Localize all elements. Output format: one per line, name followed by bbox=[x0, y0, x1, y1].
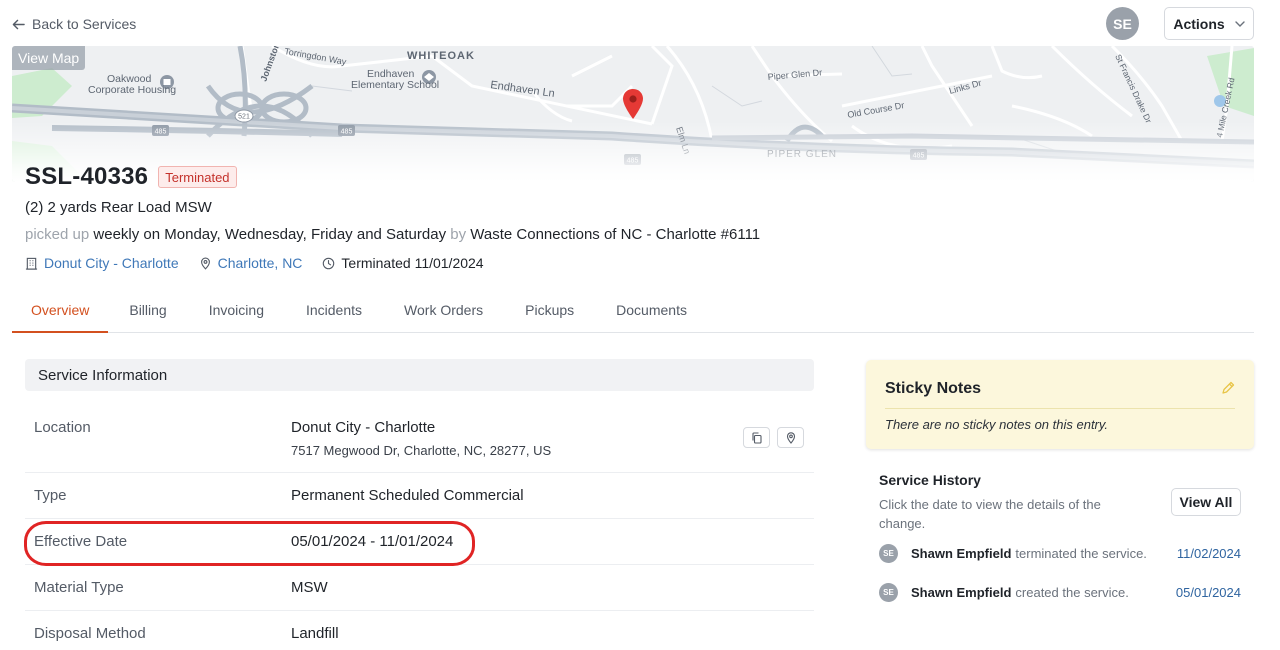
highway-shield: 485 bbox=[338, 125, 355, 136]
arrow-left-icon bbox=[12, 19, 25, 29]
svg-text:485: 485 bbox=[627, 158, 639, 165]
material-type-value: MSW bbox=[291, 579, 328, 596]
highway-shield: 485 bbox=[910, 149, 927, 160]
status-badge: Terminated bbox=[158, 166, 237, 188]
history-action: terminated the service. bbox=[1015, 545, 1147, 561]
tab-invoicing[interactable]: Invoicing bbox=[188, 288, 285, 332]
schedule-prefix: picked up bbox=[25, 226, 90, 243]
service-history-title: Service History bbox=[879, 472, 981, 488]
disposal-method-value: Landfill bbox=[291, 625, 339, 642]
view-map-button[interactable]: View Map bbox=[12, 46, 86, 70]
back-link-label: Back to Services bbox=[32, 16, 137, 32]
vendor-name: Waste Connections of NC - Charlotte #611… bbox=[470, 226, 761, 243]
meta-terminated: Terminated 11/01/2024 bbox=[322, 255, 484, 271]
service-history-hint: Click the date to view the details of th… bbox=[879, 497, 1101, 531]
actions-button[interactable]: Actions bbox=[1164, 7, 1254, 40]
pencil-icon[interactable] bbox=[1220, 380, 1236, 396]
effective-date-value: 05/01/2024 - 11/01/2024 bbox=[291, 533, 454, 550]
highway-shield: 485 bbox=[152, 125, 169, 136]
history-action: created the service. bbox=[1015, 584, 1129, 600]
sticky-notes-title: Sticky Notes bbox=[885, 380, 982, 397]
location-pin-icon[interactable] bbox=[621, 88, 645, 120]
copy-address-button[interactable] bbox=[743, 427, 770, 448]
service-information-header: Service Information bbox=[25, 359, 814, 391]
info-row-type: Type Permanent Scheduled Commercial bbox=[25, 473, 814, 519]
meta-location[interactable]: Donut City - Charlotte bbox=[25, 255, 179, 271]
svg-text:521: 521 bbox=[238, 114, 250, 121]
service-description: (2) 2 yards Rear Load MSW bbox=[25, 199, 212, 216]
map-label: WHITEOAK bbox=[407, 50, 475, 62]
back-to-services-link[interactable]: Back to Services bbox=[12, 14, 136, 34]
meta-terminated-text: Terminated 11/01/2024 bbox=[341, 255, 484, 271]
type-label: Type bbox=[34, 487, 67, 504]
disposal-method-label: Disposal Method bbox=[34, 625, 146, 642]
user-avatar[interactable]: SE bbox=[1106, 7, 1139, 40]
history-entry: SE Shawn Empfield terminated the service… bbox=[879, 543, 1241, 563]
actions-button-label: Actions bbox=[1173, 15, 1225, 32]
history-entry: SE Shawn Empfield created the service. 0… bbox=[879, 582, 1241, 602]
history-user: Shawn Empfield bbox=[911, 584, 1012, 600]
chevron-down-icon bbox=[1234, 20, 1245, 27]
highway-shield: 521 bbox=[234, 109, 254, 123]
history-date-link[interactable]: 11/02/2024 bbox=[1177, 546, 1241, 561]
building-icon bbox=[25, 257, 38, 270]
info-row-material-type: Material Type MSW bbox=[25, 565, 814, 611]
clock-icon bbox=[323, 257, 335, 269]
sticky-notes-panel: Sticky Notes There are no sticky notes o… bbox=[866, 360, 1254, 449]
svg-text:485: 485 bbox=[341, 129, 353, 136]
meta-city-link[interactable]: Charlotte, NC bbox=[218, 255, 303, 271]
history-user: Shawn Empfield bbox=[911, 545, 1012, 561]
service-schedule: picked up weekly on Monday, Wednesday, F… bbox=[25, 226, 760, 243]
schedule-by: by bbox=[450, 226, 467, 243]
tab-work-orders[interactable]: Work Orders bbox=[383, 288, 504, 332]
map-pin-icon bbox=[200, 257, 210, 270]
tab-overview[interactable]: Overview bbox=[12, 288, 109, 333]
map-label: Elementary School bbox=[351, 79, 439, 91]
map-label: PIPER GLEN bbox=[767, 149, 837, 160]
copy-icon bbox=[751, 431, 762, 444]
history-avatar: SE bbox=[879, 543, 898, 563]
schedule-frequency: weekly on Monday, Wednesday, Friday and … bbox=[93, 226, 447, 243]
service-title-row: SSL-40336 Terminated bbox=[25, 163, 237, 191]
tab-pickups[interactable]: Pickups bbox=[504, 288, 595, 332]
svg-text:485: 485 bbox=[913, 153, 925, 160]
tab-bar: Overview Billing Invoicing Incidents Wor… bbox=[12, 288, 1254, 333]
info-row-location: Location Donut City - Charlotte 7517 Meg… bbox=[25, 405, 814, 473]
svg-text:485: 485 bbox=[155, 129, 167, 136]
sticky-notes-empty: There are no sticky notes on this entry. bbox=[885, 417, 1109, 432]
map-pin-icon bbox=[786, 431, 795, 444]
tab-incidents[interactable]: Incidents bbox=[285, 288, 383, 332]
map-label: Corporate Housing bbox=[88, 84, 176, 96]
locate-address-button[interactable] bbox=[777, 427, 804, 448]
tab-documents[interactable]: Documents bbox=[595, 288, 708, 332]
tab-billing[interactable]: Billing bbox=[108, 288, 187, 332]
sticky-divider bbox=[885, 408, 1235, 409]
service-id: SSL-40336 bbox=[25, 163, 149, 190]
location-name-link[interactable]: Donut City - Charlotte bbox=[291, 419, 435, 436]
meta-location-link[interactable]: Donut City - Charlotte bbox=[44, 255, 179, 271]
view-all-button[interactable]: View All bbox=[1171, 488, 1241, 516]
location-address: 7517 Megwood Dr, Charlotte, NC, 28277, U… bbox=[291, 443, 552, 458]
history-avatar: SE bbox=[879, 582, 898, 602]
highway-shield: 485 bbox=[624, 154, 641, 165]
service-meta-row: Donut City - Charlotte Charlotte, NC Ter… bbox=[25, 254, 504, 272]
effective-date-label: Effective Date bbox=[34, 533, 128, 550]
location-label: Location bbox=[34, 419, 91, 436]
meta-city[interactable]: Charlotte, NC bbox=[199, 255, 303, 271]
service-map[interactable]: 485 485 485 485 521 WHITEOAK Endhaven El… bbox=[12, 46, 1254, 182]
type-value: Permanent Scheduled Commercial bbox=[291, 487, 524, 504]
material-type-label: Material Type bbox=[34, 579, 124, 596]
info-row-effective-date: Effective Date 05/01/2024 - 11/01/2024 bbox=[25, 519, 814, 565]
history-date-link[interactable]: 05/01/2024 bbox=[1176, 585, 1241, 600]
info-row-disposal-method: Disposal Method Landfill bbox=[25, 611, 814, 650]
